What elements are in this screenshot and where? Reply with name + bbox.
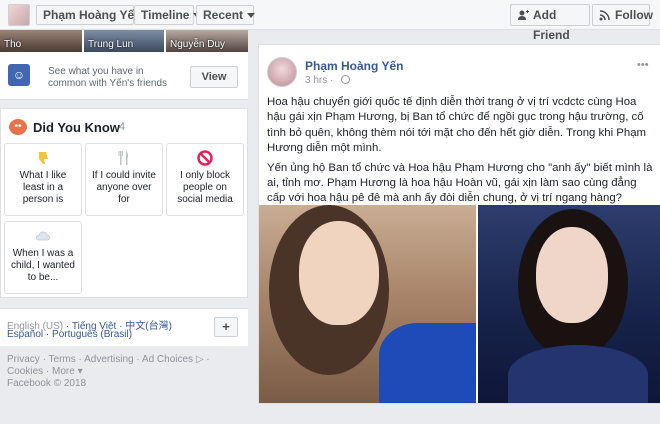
footer-links: Privacy · Terms · Advertising · Ad Choic… [7, 354, 210, 389]
post-author-avatar[interactable] [267, 57, 297, 87]
photo-face-shape [299, 221, 379, 325]
language-row: Español · Português (Brasil) [7, 329, 133, 340]
timeline-label: Timeline [141, 8, 190, 22]
language-link[interactable]: Español [7, 329, 43, 340]
speech-bubble-icon: •• [9, 119, 27, 135]
language-selector: English (US) · Tiếng Việt · 中文(台灣) Españ… [0, 308, 248, 346]
post-photo[interactable] [259, 205, 476, 403]
profile-top-bar: Phạm Hoàng Yến Timeline Recent Add Frien… [0, 0, 660, 42]
common-friends-card: ☺ See what you have in common with Yến's… [0, 52, 248, 100]
friend-name: Nguyễn Duy [170, 39, 226, 50]
photo-dress-shape [508, 345, 648, 403]
cloud-icon [35, 228, 51, 244]
block-icon [197, 150, 213, 166]
profile-name-button[interactable]: Phạm Hoàng Yến [36, 5, 154, 25]
question-card-text: When I was a child, I wanted to be... [11, 248, 75, 283]
language-link[interactable]: 中文(台灣) [125, 321, 172, 332]
copyright: Facebook © 2018 [7, 378, 87, 389]
friends-icon: ☺ [8, 64, 30, 86]
did-you-know-panel: •• Did You Know 4 What I like least in a… [0, 108, 248, 298]
question-card-text: What I like least in a person is [19, 170, 67, 205]
profile-name-label: Phạm Hoàng Yến [43, 8, 142, 22]
timeline-button[interactable]: Timeline [134, 5, 202, 25]
friend-name: Tho [4, 39, 22, 50]
recent-button[interactable]: Recent [196, 5, 256, 25]
post-body: Hoa hậu chuyển giới quốc tế định diễn th… [267, 95, 653, 211]
profile-avatar[interactable] [8, 4, 30, 26]
chevron-down-icon: ▾ [74, 366, 83, 377]
recent-label: Recent [203, 8, 244, 22]
feed-post: Phạm Hoàng Yến 3 hrs · ••• Hoa hậu chuyể… [258, 44, 660, 404]
thumbs-down-icon [35, 150, 51, 166]
question-card-text: I only block people on social media [177, 170, 233, 205]
follow-button[interactable]: Follow [592, 4, 653, 26]
question-card[interactable]: When I was a child, I wanted to be... [4, 221, 82, 294]
globe-icon [341, 75, 351, 84]
view-button[interactable]: View [190, 66, 238, 88]
post-author-name[interactable]: Phạm Hoàng Yến [305, 59, 403, 73]
question-card[interactable]: What I like least in a person is [4, 143, 82, 216]
more-options-icon[interactable]: ••• [637, 59, 649, 71]
question-card[interactable]: If I could invite anyone over for [85, 143, 163, 216]
footer-link-privacy[interactable]: Privacy [7, 354, 40, 365]
footer-link-ad-choices[interactable]: Ad Choices [142, 354, 193, 365]
common-friends-text: See what you have in common with Yến's f… [48, 66, 167, 89]
friend-thumb[interactable]: Trung Lun [84, 30, 164, 52]
footer-link-more[interactable]: More [52, 366, 75, 377]
question-card[interactable]: I only block people on social media [166, 143, 244, 216]
language-link[interactable]: Português (Brasil) [52, 329, 132, 340]
add-friend-label: Add Friend [533, 8, 570, 42]
add-friend-icon [518, 10, 529, 20]
chevron-down-icon [247, 13, 256, 19]
ad-choices-icon: ▷ [193, 354, 204, 365]
post-meta: 3 hrs · [305, 75, 351, 86]
more-languages-button[interactable]: + [214, 317, 238, 337]
post-timestamp[interactable]: 3 hrs [305, 75, 327, 86]
did-you-know-count: 4 [119, 121, 126, 133]
footer-link-cookies[interactable]: Cookies [7, 366, 43, 377]
photo-face-shape [536, 227, 608, 323]
friend-name: Trung Lun [88, 39, 134, 50]
post-paragraph: Hoa hậu chuyển giới quốc tế định diễn th… [267, 96, 647, 155]
friends-photo-grid: Tho Trung Lun Nguyễn Duy [0, 30, 248, 52]
did-you-know-title: Did You Know [33, 120, 120, 135]
friend-thumb[interactable]: Nguyễn Duy [166, 30, 248, 52]
rss-icon [599, 10, 610, 21]
friend-thumb[interactable]: Tho [0, 30, 82, 52]
photo-dress-shape [379, 323, 476, 403]
add-friend-button[interactable]: Add Friend [510, 4, 590, 42]
fork-knife-icon [116, 150, 132, 166]
footer-link-terms[interactable]: Terms [49, 354, 76, 365]
follow-label: Follow [615, 8, 653, 22]
footer-link-advertising[interactable]: Advertising [84, 354, 133, 365]
post-paragraph: Yến ủng hộ Ban tổ chức và Hoa hậu Phạm H… [267, 161, 653, 205]
question-card-text: If I could invite anyone over for [92, 170, 156, 205]
post-photo[interactable] [478, 205, 660, 403]
